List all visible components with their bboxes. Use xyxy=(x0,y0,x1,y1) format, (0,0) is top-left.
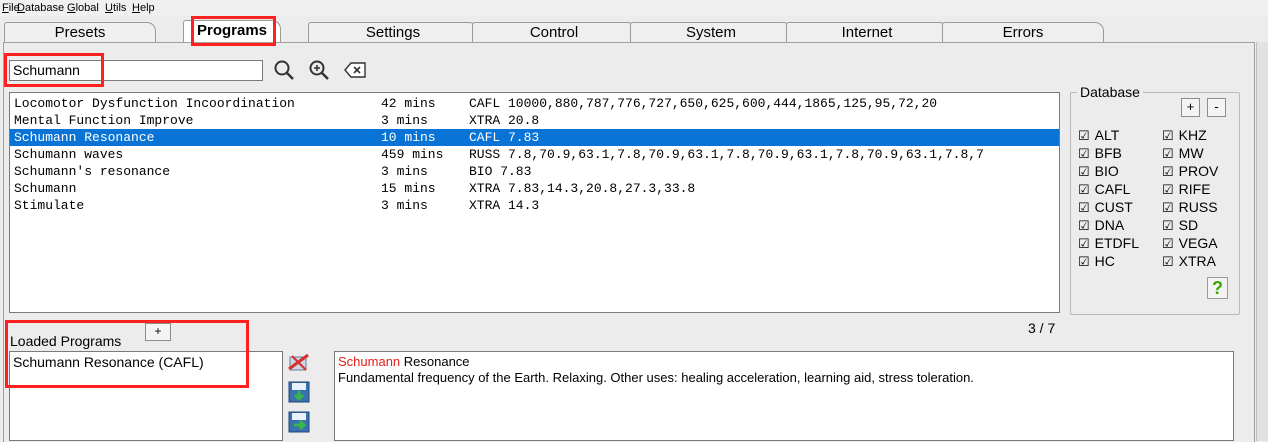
program-description: Schumann Resonance Fundamental frequency… xyxy=(334,351,1234,441)
checkbox-hc[interactable]: ☑ HC xyxy=(1078,253,1115,270)
checkbox-xtra[interactable]: ☑ XTRA xyxy=(1162,253,1216,270)
checkbox-cafl[interactable]: ☑ CAFL xyxy=(1078,181,1130,198)
program-row[interactable]: Schumann 15 mins XTRA 7.83,14.3,20.8,27.3,… xyxy=(10,180,1059,197)
menu-global[interactable]: Global xyxy=(67,2,99,14)
database-remove-button[interactable]: - xyxy=(1207,98,1226,117)
menu-database[interactable]: Database xyxy=(17,2,64,14)
checkbox-bio[interactable]: ☑ BIO xyxy=(1078,163,1119,180)
program-row[interactable]: Schumann's resonance 3 mins BIO 7.83 xyxy=(10,163,1059,180)
checkbox-russ[interactable]: ☑ RUSS xyxy=(1162,199,1218,216)
program-list[interactable]: Locomotor Dysfunction Incoordination 42 m… xyxy=(9,92,1060,313)
checkbox-sd[interactable]: ☑ SD xyxy=(1162,217,1198,234)
menu-utils[interactable]: Utils xyxy=(105,2,126,14)
menu-help[interactable]: Help xyxy=(132,2,155,14)
menu-bar: File Database Global Utils Help xyxy=(0,0,1268,16)
checkbox-cust[interactable]: ☑ CUST xyxy=(1078,199,1133,216)
checkbox-dna[interactable]: ☑ DNA xyxy=(1078,217,1124,234)
description-text: Fundamental frequency of the Earth. Rela… xyxy=(338,370,974,385)
database-add-button[interactable]: + xyxy=(1181,98,1200,117)
help-button[interactable]: ? xyxy=(1207,277,1228,299)
program-row[interactable]: Mental Function Improve 3 mins XTRA 20.8 xyxy=(10,112,1059,129)
loaded-add-button[interactable]: + xyxy=(145,323,171,341)
checkbox-etdfl[interactable]: ☑ ETDFL xyxy=(1078,235,1139,252)
load-program-icon[interactable] xyxy=(286,410,312,434)
save-program-icon[interactable] xyxy=(286,380,312,404)
search-input[interactable] xyxy=(9,60,263,81)
database-title: Database xyxy=(1077,84,1143,100)
program-row[interactable]: Stimulate 3 mins XTRA 14.3 xyxy=(10,197,1059,214)
loaded-item[interactable]: Schumann Resonance (CAFL) xyxy=(13,354,204,370)
tab-strip: Presets Programs Settings Control System… xyxy=(0,20,1268,43)
zoom-in-icon[interactable] xyxy=(307,58,331,82)
checkbox-prov[interactable]: ☑ PROV xyxy=(1162,163,1218,180)
program-row[interactable]: Locomotor Dysfunction Incoordination 42 m… xyxy=(10,95,1059,112)
checkbox-alt[interactable]: ☑ ALT xyxy=(1078,127,1119,144)
description-title: Schumann Resonance xyxy=(338,354,470,369)
checkbox-rife[interactable]: ☑ RIFE xyxy=(1162,181,1211,198)
result-count: 3 / 7 xyxy=(1028,320,1056,336)
program-row-selected[interactable]: Schumann Resonance 10 mins CAFL 7.83 xyxy=(10,129,1059,146)
tab-internet[interactable]: Internet xyxy=(786,22,948,42)
right-scrollbar[interactable] xyxy=(1256,42,1268,441)
tab-system[interactable]: System xyxy=(630,22,792,42)
clear-search-icon[interactable] xyxy=(342,58,366,82)
checkbox-bfb[interactable]: ☑ BFB xyxy=(1078,145,1122,162)
tab-control[interactable]: Control xyxy=(472,22,636,42)
tab-programs[interactable]: Programs xyxy=(183,20,281,43)
loaded-programs-list[interactable]: Schumann Resonance (CAFL) xyxy=(9,351,283,441)
remove-program-icon[interactable] xyxy=(286,350,312,374)
search-icon[interactable] xyxy=(272,58,296,82)
checkbox-khz[interactable]: ☑ KHZ xyxy=(1162,127,1207,144)
program-row[interactable]: Schumann waves 459 mins RUSS 7.8,70.9,63.1… xyxy=(10,146,1059,163)
checkbox-mw[interactable]: ☑ MW xyxy=(1162,145,1204,162)
loaded-programs-label: Loaded Programs xyxy=(10,333,122,349)
checkbox-vega[interactable]: ☑ VEGA xyxy=(1162,235,1218,252)
tab-errors[interactable]: Errors xyxy=(942,22,1104,42)
tab-presets[interactable]: Presets xyxy=(4,22,156,42)
tab-settings[interactable]: Settings xyxy=(308,22,478,42)
